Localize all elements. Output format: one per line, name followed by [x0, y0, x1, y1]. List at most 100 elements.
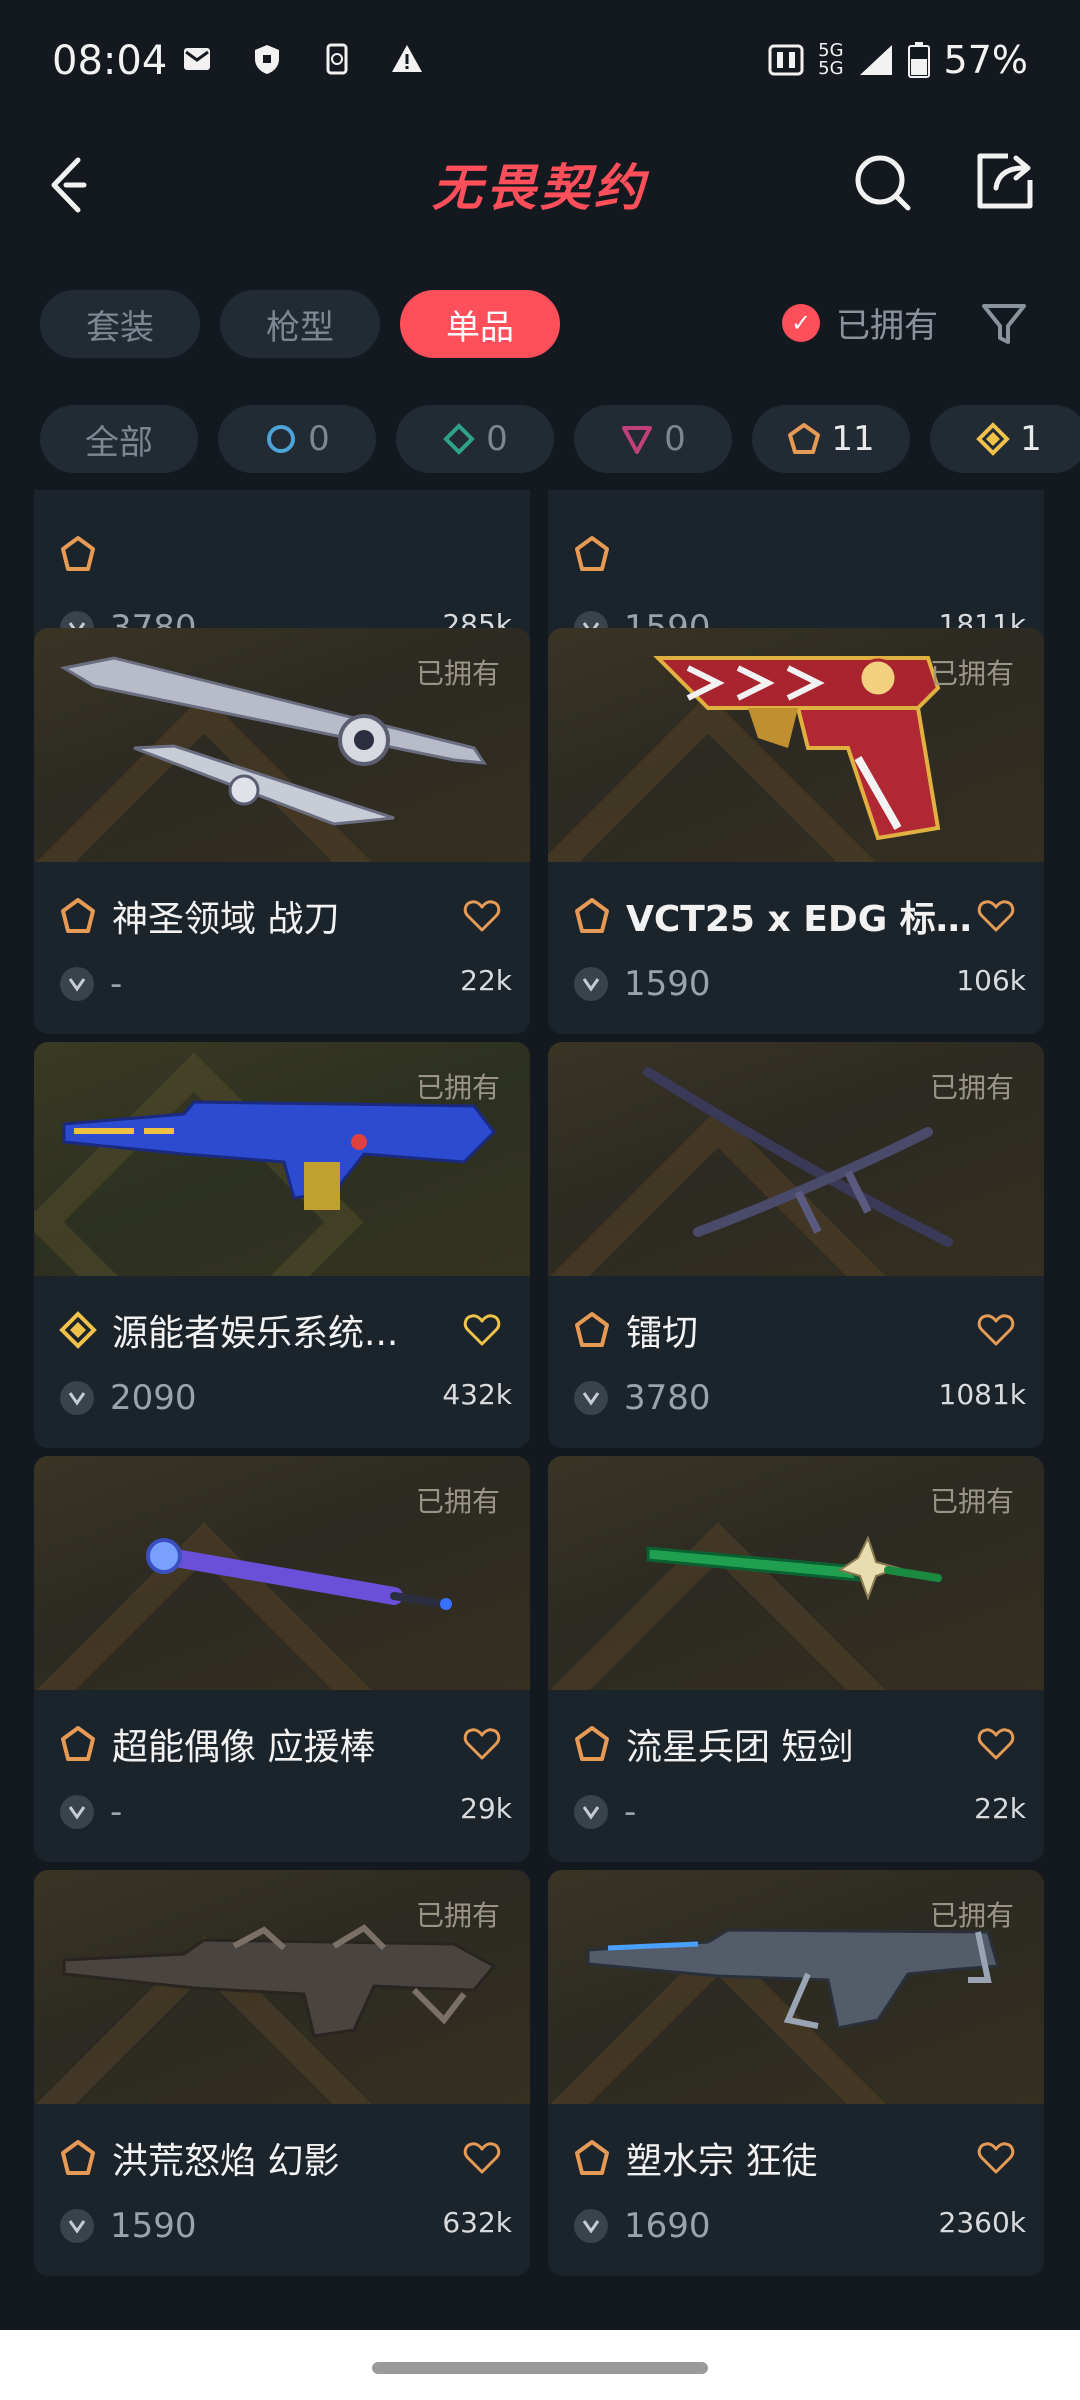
- item-title: VCT25 x EDG 标...: [572, 890, 972, 942]
- tier-all[interactable]: 全部: [40, 405, 198, 473]
- search-icon[interactable]: [850, 150, 916, 216]
- vp-currency-icon: [60, 1381, 94, 1415]
- owned-filter-toggle[interactable]: ✓ 已拥有: [782, 298, 938, 347]
- vp-currency-icon: [574, 1795, 608, 1829]
- exclusive-tier-icon: [788, 423, 821, 454]
- item-image: 已拥有: [34, 1870, 530, 2104]
- item-title: 源能者娱乐系统...: [58, 1304, 458, 1356]
- owned-tag: 已拥有: [929, 1485, 1014, 1518]
- owned-filter-label: 已拥有: [836, 306, 938, 346]
- exclusive-tier-icon: [61, 1726, 95, 1761]
- owned-tag: 已拥有: [415, 657, 500, 690]
- exclusive-tier-icon: [61, 536, 95, 571]
- tier-select[interactable]: 0: [218, 405, 376, 473]
- owned-tag: 已拥有: [415, 1071, 500, 1104]
- item-card[interactable]: 已拥有 镭切 3780 1081k: [548, 1042, 1044, 1448]
- phone-sync-icon: [326, 43, 348, 75]
- vp-currency-icon: [574, 967, 608, 1001]
- select-tier-icon: [267, 425, 296, 453]
- item-title: [58, 534, 458, 574]
- favorite-heart-icon[interactable]: [462, 1726, 502, 1762]
- status-time: 08:04: [52, 38, 168, 84]
- exclusive-tier-icon: [575, 2140, 609, 2175]
- tier-count: 11: [831, 419, 875, 459]
- item-image: 已拥有: [548, 1870, 1044, 2104]
- category-tabs: 套装 枪型 单品: [40, 290, 560, 358]
- tier-count: 0: [486, 419, 508, 459]
- ultra-tier-icon: [976, 422, 1011, 456]
- item-likes: 106k: [956, 964, 1026, 997]
- owned-tag: 已拥有: [929, 1071, 1014, 1104]
- status-notification-icons: [180, 42, 424, 76]
- item-card[interactable]: 已拥有 塑水宗 狂徒 1690 2360k: [548, 1870, 1044, 2276]
- favorite-heart-icon[interactable]: [462, 2140, 502, 2176]
- item-title: 超能偶像 应援棒: [58, 1718, 458, 1770]
- item-image: 已拥有: [34, 628, 530, 862]
- exclusive-tier-icon: [575, 536, 609, 571]
- favorite-heart-icon[interactable]: [976, 1312, 1016, 1348]
- item-price: 1690: [574, 2206, 711, 2246]
- status-bar: 08:04 5G 5G 57%: [0, 0, 1080, 120]
- item-title: [572, 534, 972, 574]
- shield-icon: [255, 45, 279, 74]
- favorite-heart-icon[interactable]: [462, 1312, 502, 1348]
- owned-tag: 已拥有: [415, 1899, 500, 1932]
- exclusive-tier-icon: [61, 2140, 95, 2175]
- item-card[interactable]: 已拥有 超能偶像 应援棒 - 29k: [34, 1456, 530, 1862]
- status-right: 5G 5G 57%: [768, 38, 1028, 82]
- share-icon[interactable]: [972, 148, 1038, 214]
- app-header: 无畏契约: [0, 130, 1080, 240]
- item-card[interactable]: 已拥有 流星兵团 短剑 - 22k: [548, 1456, 1044, 1862]
- favorite-heart-icon[interactable]: [976, 898, 1016, 934]
- item-likes: 432k: [442, 1378, 512, 1411]
- tier-count: 0: [664, 419, 686, 459]
- filter-icon[interactable]: [980, 300, 1028, 348]
- item-title: 塑水宗 狂徒: [572, 2132, 972, 2184]
- item-price: 1590: [60, 2206, 197, 2246]
- vp-currency-icon: [60, 1795, 94, 1829]
- item-price: -: [574, 1792, 636, 1832]
- item-image: 已拥有: [548, 1042, 1044, 1276]
- item-image: 已拥有: [34, 1042, 530, 1276]
- hd-icon: [768, 44, 804, 76]
- exclusive-tier-icon: [575, 1726, 609, 1761]
- tier-ultra[interactable]: 1: [930, 405, 1080, 473]
- tab-single-item[interactable]: 单品: [400, 290, 560, 358]
- favorite-heart-icon[interactable]: [976, 1726, 1016, 1762]
- tier-exclusive[interactable]: 11: [752, 405, 910, 473]
- item-title: 洪荒怒焰 幻影: [58, 2132, 458, 2184]
- tier-count: 1: [1020, 419, 1042, 459]
- tab-gun-type[interactable]: 枪型: [220, 290, 380, 358]
- tab-bundle[interactable]: 套装: [40, 290, 200, 358]
- item-price: -: [60, 1792, 122, 1832]
- item-card[interactable]: 已拥有 源能者娱乐系统... 2090 432k: [34, 1042, 530, 1448]
- network-label: 5G 5G: [818, 40, 844, 79]
- tier-deluxe[interactable]: 0: [396, 405, 554, 473]
- item-image: 已拥有: [548, 1456, 1044, 1690]
- ultra-tier-icon: [59, 1311, 97, 1349]
- tier-premium[interactable]: 0: [574, 405, 732, 473]
- item-card[interactable]: 已拥有 VCT25 x EDG 标... 1590 106k: [548, 628, 1044, 1034]
- home-gesture-pill[interactable]: [372, 2362, 708, 2374]
- owned-tag: 已拥有: [929, 657, 1014, 690]
- item-image: 已拥有: [548, 628, 1044, 862]
- item-likes: 22k: [460, 964, 512, 997]
- item-price: 1590: [574, 964, 711, 1004]
- item-card[interactable]: 已拥有 洪荒怒焰 幻影 1590 632k: [34, 1870, 530, 2276]
- battery-level: 57%: [943, 38, 1028, 82]
- favorite-heart-icon[interactable]: [462, 898, 502, 934]
- tier-filter-row: 全部 0 0 0 11 1: [40, 405, 1080, 473]
- warning-icon: [392, 45, 422, 72]
- item-title: 神圣领域 战刀: [58, 890, 458, 942]
- item-title: 流星兵团 短剑: [572, 1718, 972, 1770]
- owned-tag: 已拥有: [929, 1899, 1014, 1932]
- vp-currency-icon: [60, 967, 94, 1001]
- favorite-heart-icon[interactable]: [976, 2140, 1016, 2176]
- owned-tag: 已拥有: [415, 1485, 500, 1518]
- battery-icon: [907, 42, 930, 78]
- deluxe-tier-icon: [443, 423, 476, 455]
- item-card[interactable]: 已拥有 神圣领域 战刀 - 22k: [34, 628, 530, 1034]
- item-grid: 3780 285k 1590 1811k 已拥有 神圣领域 战刀 - 22k: [0, 490, 1080, 2330]
- system-nav-bar: [0, 2330, 1080, 2400]
- item-title: 镭切: [572, 1304, 972, 1356]
